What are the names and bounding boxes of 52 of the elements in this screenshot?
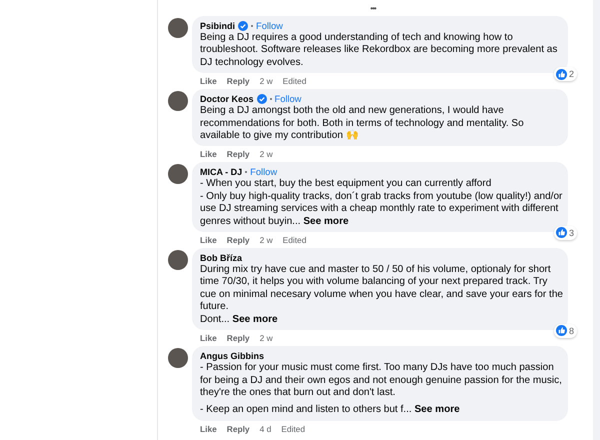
reaction-count[interactable]: 8 <box>554 324 577 338</box>
action-link[interactable]: Like <box>200 149 217 160</box>
timestamp[interactable]: 2 w <box>260 235 273 246</box>
edited-label: Edited <box>281 424 305 434</box>
author-name[interactable]: Bob Bříza <box>200 252 242 264</box>
edited-label: Edited <box>282 235 306 246</box>
reaction-count[interactable]: 3 <box>554 226 577 240</box>
timestamp[interactable]: 2 w <box>260 333 273 344</box>
comment-text: During mix try have cue and master to 50 / 50 of his volume, optionaly for short time 70/30, it helps you with volume balancing of your next prepared track. Try cue on minimal necesary volume when you have clear, and save your ears for the future. <box>200 264 563 314</box>
comment-text: Being a DJ requires a good understanding of tech and knowing how to troubleshoot. Software releases like Rekordbox are becoming more prevalent as DJ technology evolves. <box>200 32 558 70</box>
comment-text: Being a DJ amongst both the old and new generations, I would have recommendations for both. Both in terms of technology and mentality. So available to give my contribution 🙌 <box>200 105 525 142</box>
more-options-button[interactable]: ••• <box>370 4 376 12</box>
follow-link[interactable]: Follow <box>250 166 278 178</box>
comment-text: - Keep an open mind and listen to others but f... See more <box>200 404 461 417</box>
avatar[interactable] <box>168 250 188 270</box>
like-icon <box>556 68 567 80</box>
action-link[interactable]: Reply <box>226 149 250 160</box>
edited-label: Edited <box>282 76 306 86</box>
follow-link[interactable]: Follow <box>256 20 283 32</box>
action-link[interactable]: Like <box>200 333 217 344</box>
avatar[interactable] <box>168 164 188 184</box>
timestamp[interactable]: 2 w <box>260 149 273 160</box>
avatar[interactable] <box>168 91 188 112</box>
action-link[interactable]: Reply <box>226 76 250 86</box>
action-link[interactable]: Reply <box>226 424 250 434</box>
timestamp[interactable]: 4 d <box>260 424 272 434</box>
comment-text: Dont... See more <box>200 314 279 326</box>
action-link[interactable]: Reply <box>226 333 250 344</box>
follow-link[interactable]: Follow <box>274 93 302 106</box>
separator-dot <box>245 171 248 174</box>
action-link[interactable]: Like <box>200 235 217 246</box>
see-more-link[interactable]: See more <box>414 404 460 416</box>
action-link[interactable]: Like <box>200 76 217 86</box>
comment-text: - When you start, buy the best equipment you can currently afford <box>200 178 492 191</box>
like-icon <box>556 325 567 336</box>
avatar[interactable] <box>168 348 188 368</box>
see-more-link[interactable]: See more <box>303 216 349 227</box>
comment-text: - Only buy high-quality tracks, don´t grab tracks from youtube (low quality!) and/or use DJ streaming services with a cheap monthly rate to experiment with different genres without buyin... See more <box>200 190 563 228</box>
see-more-link[interactable]: See more <box>232 314 278 325</box>
author-name[interactable]: Angus Gibbins <box>200 350 264 362</box>
comment-text: - Passion for your music must come first. Too many DJs have too much passion for being a DJ and their own egos and not enough genuine passion for the music, they're the ones that burn out and don't last. <box>200 362 563 400</box>
separator-dot <box>270 98 272 100</box>
timestamp[interactable]: 2 w <box>260 76 273 86</box>
reaction-count[interactable]: 2 <box>554 66 577 82</box>
like-icon <box>556 227 567 238</box>
author-name[interactable]: Doctor Keos <box>200 93 254 106</box>
action-link[interactable]: Reply <box>226 235 250 246</box>
author-name[interactable]: MICA - DJ <box>200 166 242 178</box>
action-link[interactable]: Like <box>200 424 217 434</box>
separator-dot <box>251 25 254 27</box>
avatar[interactable] <box>168 18 188 38</box>
author-name[interactable]: Psibindi <box>200 20 236 32</box>
